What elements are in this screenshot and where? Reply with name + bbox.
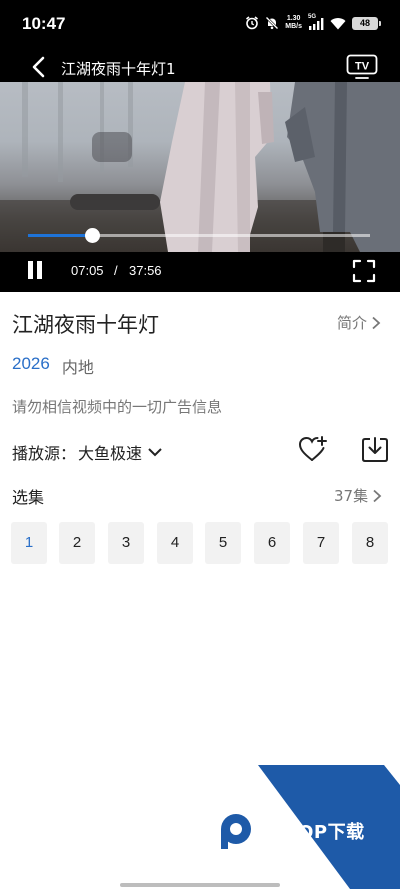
chevron-right-icon	[373, 489, 382, 502]
grey-robed-figure	[285, 82, 400, 252]
tv-cast-label: TV	[355, 61, 370, 73]
pause-button[interactable]	[26, 261, 44, 281]
pause-bar-left	[28, 261, 33, 279]
chevron-right-icon	[372, 316, 381, 329]
watermark-subtext: PCPOP Download	[257, 839, 307, 845]
current-time: 07:05	[71, 263, 104, 278]
white-robed-figure	[160, 82, 274, 252]
episode-button[interactable]: 4	[157, 522, 193, 564]
fullscreen-icon[interactable]	[352, 259, 376, 283]
episodes-count-link[interactable]: 37集	[334, 485, 382, 506]
player-controls: 07:05 / 37:56	[0, 252, 400, 292]
chevron-down-icon	[148, 448, 162, 457]
meta-row: 2026 内地	[12, 354, 94, 378]
wifi-icon	[330, 17, 346, 29]
progress-fill	[28, 234, 92, 237]
episode-list: 1 2 3 4 5 6 7 8	[11, 522, 391, 564]
battery-indicator: 48	[352, 16, 381, 30]
episode-button[interactable]: 3	[108, 522, 144, 564]
progress-thumb[interactable]	[84, 228, 100, 243]
episode-button[interactable]: 2	[59, 522, 95, 564]
pause-bar-right	[37, 261, 42, 279]
ad-notice: 请勿相信视频中的一切广告信息	[12, 398, 223, 416]
release-year: 2026	[12, 354, 50, 373]
signal-icon: 5G	[308, 13, 324, 30]
progress-bar[interactable]	[28, 228, 370, 243]
video-player[interactable]: 江湖夜雨十年灯1 TV 07:05 / 37:56	[0, 48, 400, 292]
background-tree	[22, 82, 28, 177]
episode-button[interactable]: 1	[11, 522, 47, 564]
intro-label: 简介	[337, 314, 368, 332]
fallen-figure	[70, 194, 160, 210]
video-title: 江湖夜雨十年灯1	[61, 60, 176, 78]
video-frame[interactable]	[0, 82, 400, 252]
time-separator: /	[114, 263, 118, 278]
back-arrow-icon[interactable]	[28, 56, 50, 78]
status-bar: 10:47 1.30 MB/s 5G 48	[0, 0, 400, 48]
background-tree	[58, 82, 63, 182]
network-type: 5G	[308, 13, 317, 20]
player-header: 江湖夜雨十年灯1 TV	[0, 48, 400, 82]
status-time: 10:47	[22, 14, 66, 33]
tv-cast-icon: TV	[346, 54, 378, 79]
source-value: 大鱼极速	[78, 444, 143, 463]
home-indicator[interactable]	[120, 883, 280, 887]
region: 内地	[61, 358, 94, 377]
status-icons: 1.30 MB/s 5G 48	[245, 13, 381, 31]
pcpop-watermark: PCPOP下载 PCPOP Download	[200, 765, 400, 889]
total-time: 37:56	[129, 263, 162, 278]
intro-link[interactable]: 简介	[337, 312, 381, 333]
alarm-icon	[246, 16, 259, 30]
source-label: 播放源：	[12, 444, 77, 463]
episode-button[interactable]: 6	[254, 522, 290, 564]
episodes-label: 选集	[12, 488, 45, 507]
source-selector[interactable]: 播放源： 大鱼极速	[12, 440, 163, 464]
episode-button[interactable]: 5	[205, 522, 241, 564]
favorite-add-icon[interactable]	[298, 435, 328, 463]
net-speed: 1.30 MB/s	[285, 15, 302, 31]
episode-button[interactable]: 8	[352, 522, 388, 564]
background-figure	[92, 132, 132, 162]
pcpop-logo-icon	[221, 814, 251, 849]
show-title: 江湖夜雨十年灯	[12, 313, 159, 337]
download-icon[interactable]	[361, 435, 389, 463]
net-speed-value: 1.30	[286, 15, 301, 22]
episode-button[interactable]: 7	[303, 522, 339, 564]
tv-cast-button[interactable]: TV	[346, 54, 378, 80]
mute-bell-icon	[265, 16, 279, 30]
net-speed-unit: MB/s	[285, 23, 302, 30]
episodes-count: 37集	[334, 487, 369, 505]
